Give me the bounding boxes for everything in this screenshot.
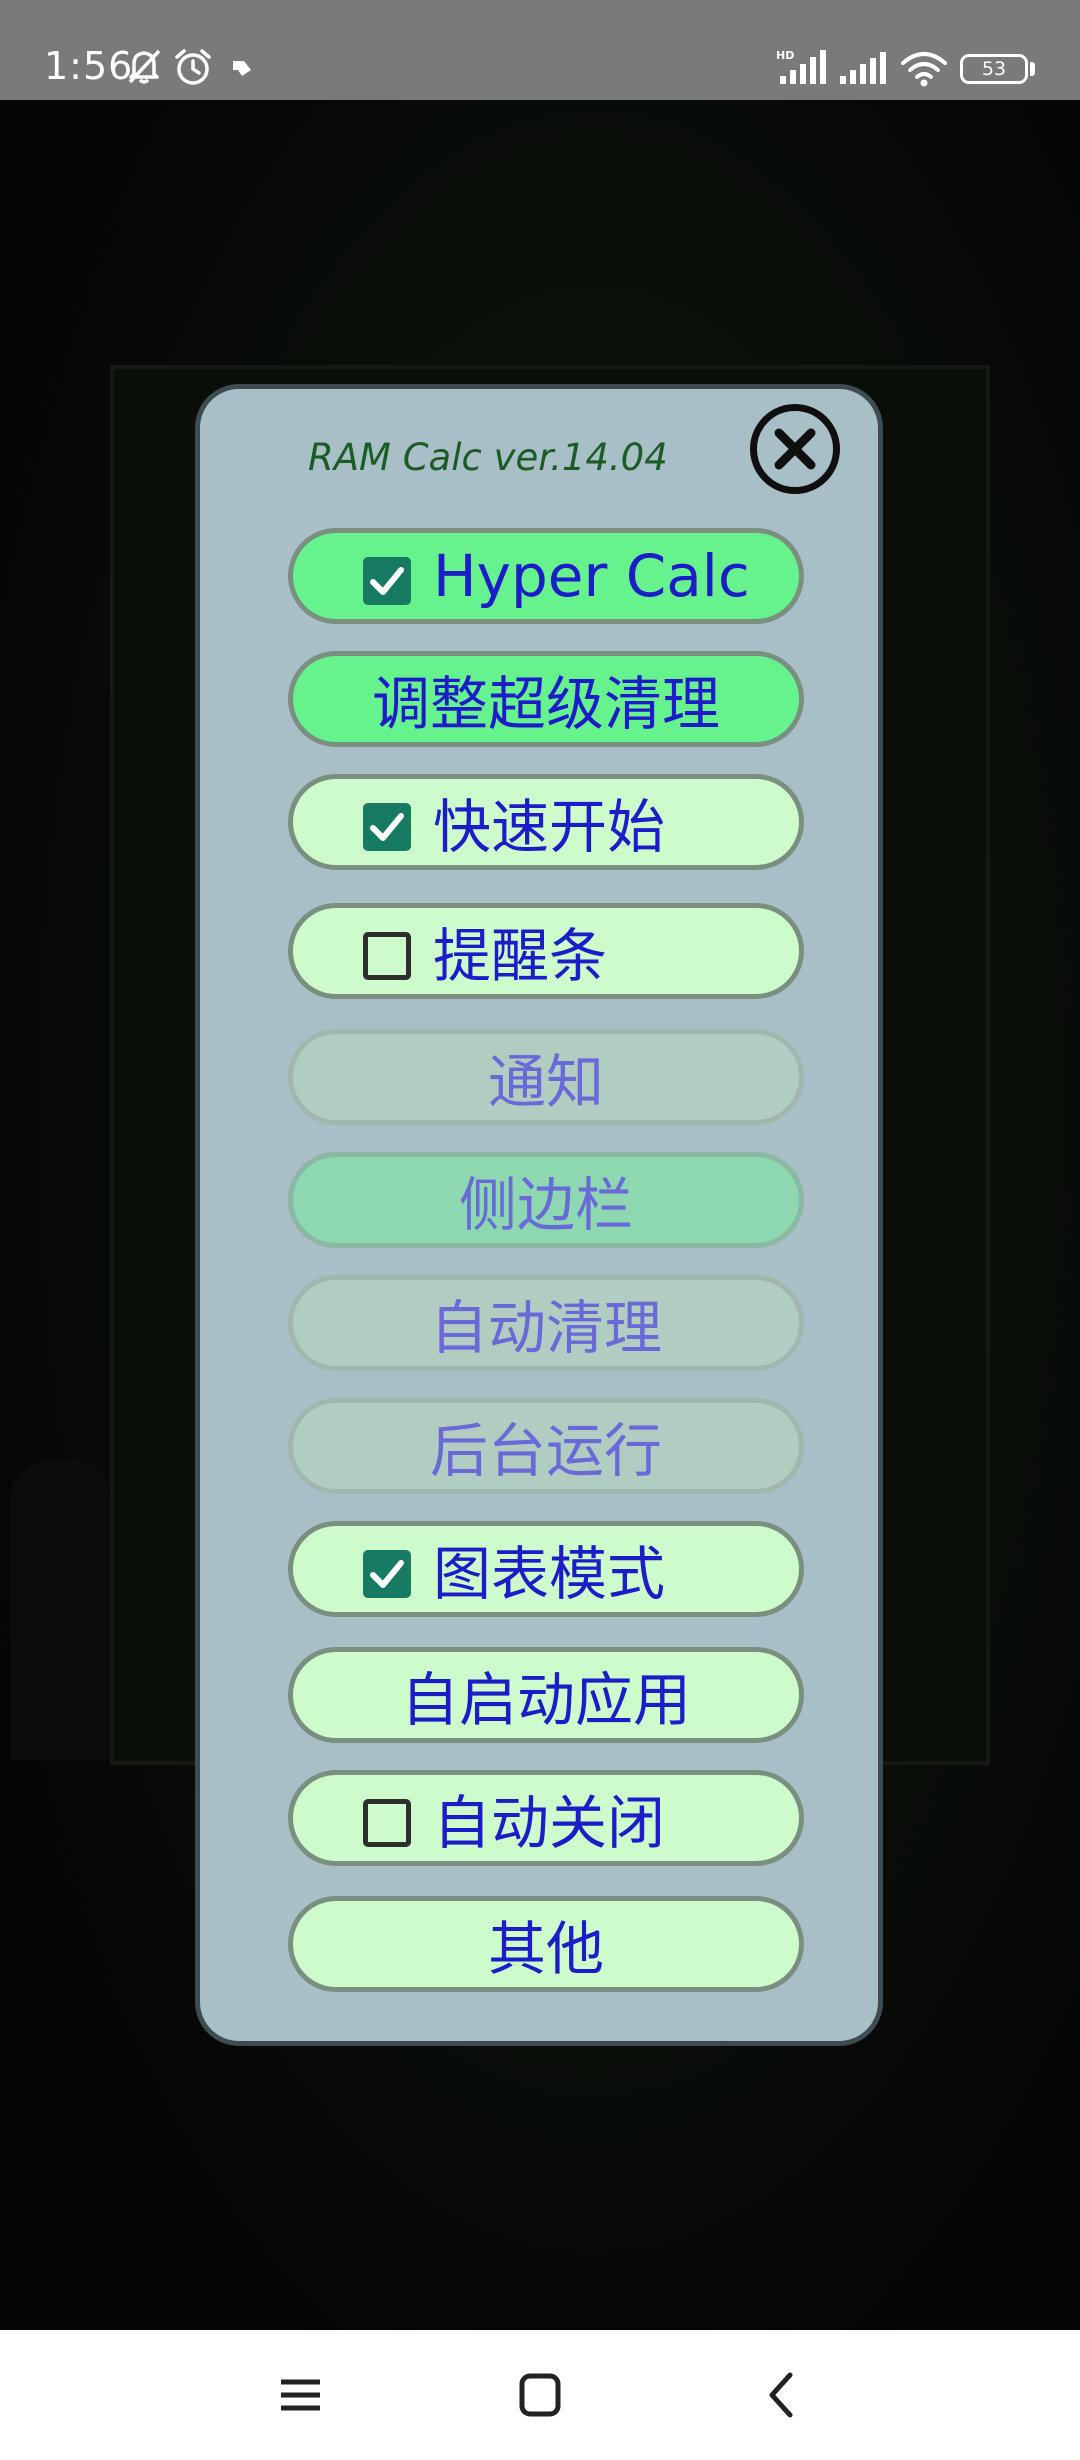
- close-icon: [774, 428, 816, 470]
- checkbox-checked[interactable]: [363, 557, 411, 605]
- checkbox-unchecked[interactable]: [363, 932, 411, 980]
- button-label: 自启动应用: [400, 1666, 691, 1734]
- button-label: 调整超级清理: [371, 670, 720, 738]
- check-icon: [370, 1560, 404, 1588]
- button-label: 后台运行: [429, 1417, 662, 1485]
- close-button[interactable]: [750, 404, 840, 494]
- background-run-button[interactable]: 后台运行: [288, 1398, 804, 1494]
- button-label: 快速开始: [433, 793, 666, 861]
- menu-icon: [281, 2379, 320, 2411]
- hyper-calc-button[interactable]: Hyper Calc: [288, 528, 804, 624]
- button-label: 通知: [487, 1048, 604, 1116]
- button-label: 其他: [487, 1915, 604, 1983]
- button-label: 自动清理: [429, 1294, 662, 1362]
- battery-tip: [1030, 62, 1035, 76]
- signal-icon: [838, 50, 890, 90]
- hd-signal-icon: HD: [776, 48, 828, 90]
- battery-indicator: 53: [960, 54, 1028, 84]
- button-label: Hyper Calc: [433, 542, 750, 610]
- ram-calc-dialog: RAM Calc ver.14.04 Hyper Calc 调整超级清理快速开始提…: [195, 384, 883, 2046]
- back-button[interactable]: [720, 2330, 840, 2460]
- sidebar-button[interactable]: 侧边栏: [288, 1152, 804, 1248]
- auto-close-button[interactable]: 自动关闭: [288, 1770, 804, 1866]
- alarm-icon: [172, 46, 214, 92]
- notification-icon: [230, 56, 254, 84]
- quick-start-button[interactable]: 快速开始: [288, 774, 804, 870]
- super-clean-button[interactable]: 调整超级清理: [288, 651, 804, 747]
- checkbox-unchecked[interactable]: [363, 1799, 411, 1847]
- other-button[interactable]: 其他: [288, 1896, 804, 1992]
- back-icon: [769, 2372, 793, 2418]
- button-label: 图表模式: [433, 1540, 666, 1608]
- status-bar: 1:56 HD 53: [0, 0, 1080, 100]
- auto-clean-button[interactable]: 自动清理: [288, 1275, 804, 1371]
- status-time: 1:56: [44, 44, 134, 88]
- button-label: 侧边栏: [458, 1171, 633, 1239]
- check-icon: [370, 567, 404, 595]
- navigation-bar: [0, 2330, 1080, 2460]
- checkbox-checked[interactable]: [363, 1550, 411, 1598]
- bell-off-icon: [124, 46, 164, 90]
- button-label: 自动关闭: [433, 1789, 666, 1857]
- chart-mode-button[interactable]: 图表模式: [288, 1521, 804, 1617]
- wifi-icon: [900, 50, 948, 92]
- check-icon: [370, 813, 404, 841]
- home-button[interactable]: [480, 2330, 600, 2460]
- dialog-title: RAM Calc ver.14.04: [308, 436, 668, 479]
- reminder-bar-button[interactable]: 提醒条: [288, 903, 804, 999]
- recents-button[interactable]: [240, 2330, 360, 2460]
- autostart-apps-button[interactable]: 自启动应用: [288, 1647, 804, 1743]
- home-icon: [519, 2373, 561, 2417]
- svg-text:HD: HD: [776, 49, 794, 62]
- background-shelf: [10, 1460, 110, 1760]
- checkbox-checked[interactable]: [363, 803, 411, 851]
- button-label: 提醒条: [433, 922, 608, 990]
- notification-button[interactable]: 通知: [288, 1029, 804, 1125]
